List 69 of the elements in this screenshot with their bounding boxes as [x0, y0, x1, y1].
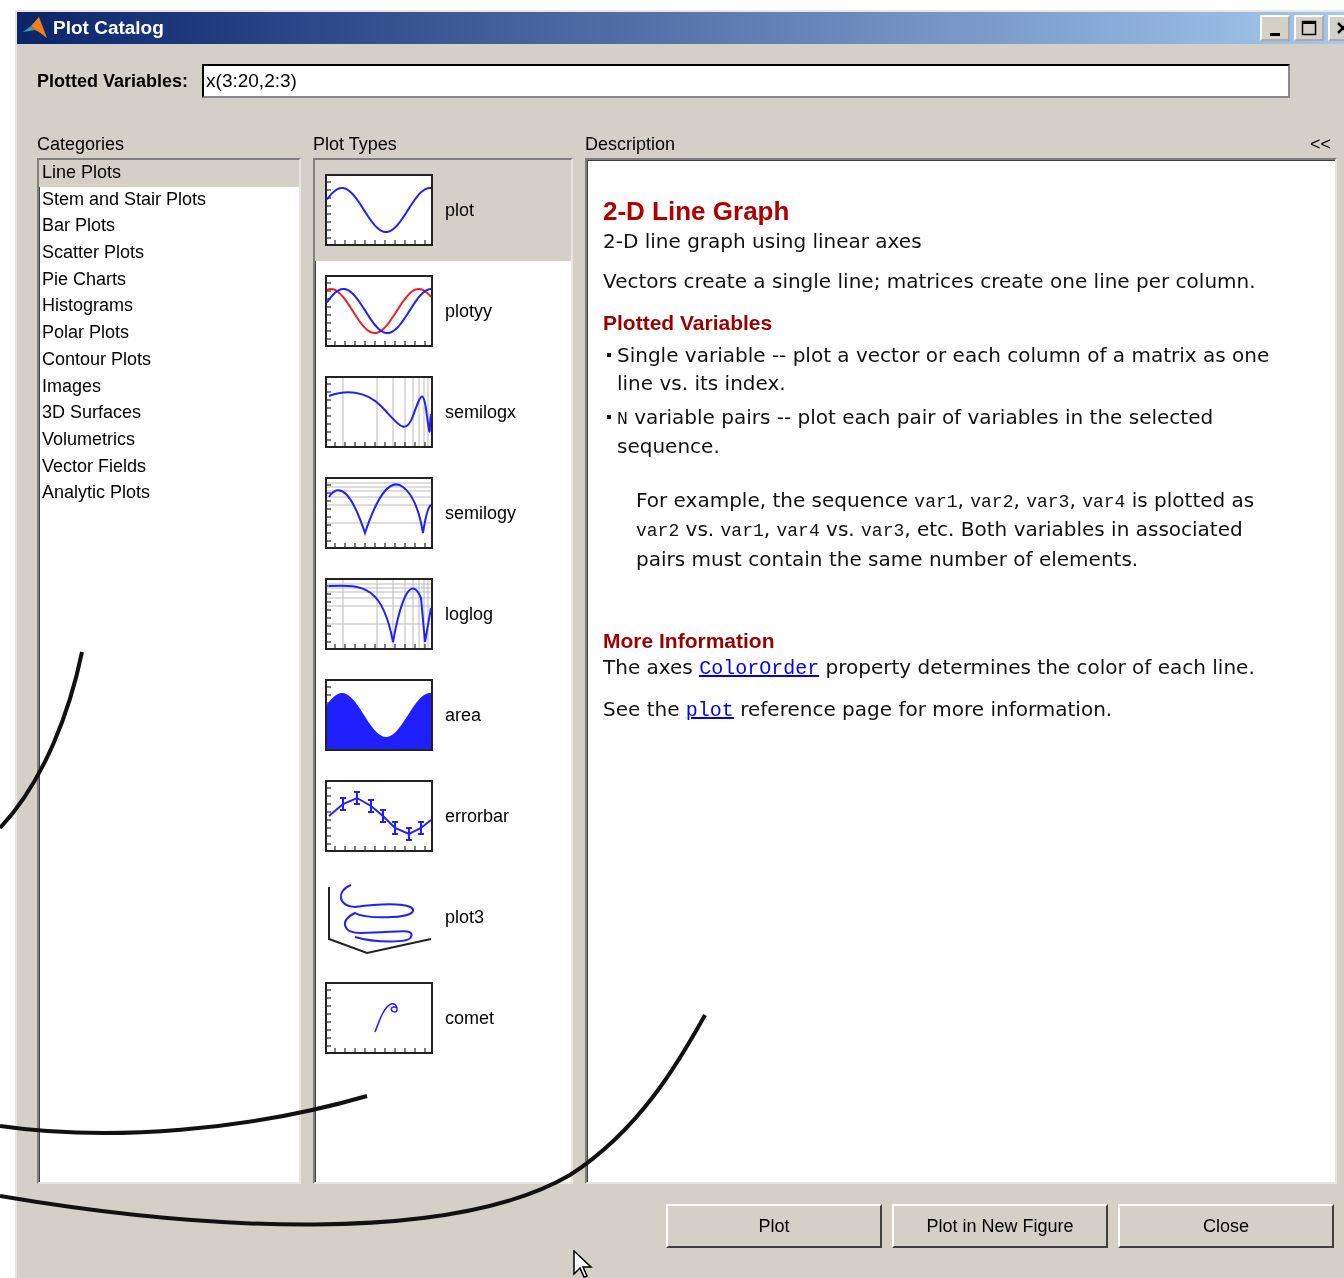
plot-type-item[interactable]: semilogx	[315, 362, 571, 463]
plot-type-label: plotyy	[445, 301, 493, 322]
category-item[interactable]: Line Plots	[39, 160, 299, 187]
maximize-button[interactable]	[1294, 15, 1324, 41]
plot-thumbnail-icon	[325, 981, 433, 1056]
plot-thumbnail-icon	[325, 173, 433, 248]
category-item[interactable]: Vector Fields	[39, 453, 299, 481]
description-title: 2-D Line Graph	[603, 196, 791, 227]
category-item[interactable]: Images	[39, 373, 299, 401]
collapse-toggle[interactable]: <<	[1309, 134, 1331, 158]
plot-type-item[interactable]: loglog	[315, 564, 571, 665]
panel-heading: Categories	[37, 134, 125, 156]
plot-type-label: semilogy	[445, 503, 517, 524]
plot-thumbnail-icon	[325, 577, 433, 652]
description-text: The axes ColorOrder property determines the color of each line.	[603, 653, 1256, 682]
dialog-button[interactable]: Plot	[666, 1204, 882, 1248]
plot-type-item[interactable]: comet	[315, 968, 571, 1069]
description-text: Vectors create a single line; matrices create one line per column.	[603, 268, 1257, 295]
panel-heading: Plot Types	[313, 134, 397, 156]
field-label: Plotted Variables:	[37, 70, 189, 92]
section-heading: More Information	[603, 628, 776, 653]
plot-type-item[interactable]: semilogy	[315, 463, 571, 564]
plot-type-item[interactable]: area	[315, 665, 571, 766]
link[interactable]: plot	[685, 698, 734, 722]
dialog-button[interactable]: Plot in New Figure	[892, 1204, 1108, 1248]
pointer-icon	[573, 1250, 595, 1278]
plot-thumbnail-icon	[325, 678, 433, 753]
plot-type-label: plot3	[445, 907, 485, 928]
bullet-text: Single variable -- plot a vector or each column of a matrix as one line vs. its index.	[617, 342, 1271, 397]
plot-type-label: errorbar	[445, 806, 510, 827]
plot-thumbnail-icon	[325, 476, 433, 551]
minimize-button[interactable]	[1260, 15, 1290, 41]
plot-type-label: plot	[445, 200, 475, 221]
category-item[interactable]: Scatter Plots	[39, 240, 299, 267]
plot-type-item[interactable]: plot	[315, 160, 571, 261]
category-item[interactable]: Analytic Plots	[39, 480, 299, 507]
plot-type-label: loglog	[445, 604, 494, 625]
bullet-icon	[607, 415, 611, 419]
bullet-icon	[607, 353, 611, 357]
description-subtitle: 2-D line graph using linear axes	[603, 228, 923, 255]
dialog-button[interactable]: Close	[1118, 1204, 1334, 1248]
section-heading: Plotted Variables	[603, 311, 774, 335]
bullet-text: N variable pairs -- plot each pair of variables in the selected sequence.	[617, 404, 1215, 461]
category-item[interactable]: Polar Plots	[39, 320, 299, 347]
panel-heading: Description	[585, 134, 676, 156]
minimize-icon	[1270, 32, 1280, 36]
category-item[interactable]: Volumetrics	[39, 426, 299, 454]
plot-type-label: area	[445, 705, 482, 726]
plotted-variables-field[interactable]: x(3:20,2:3)	[202, 64, 1291, 98]
link[interactable]: ColorOrder	[699, 656, 820, 680]
description-text: See the plot reference page for more information.	[603, 695, 1114, 724]
category-item[interactable]: Histograms	[39, 293, 299, 321]
maximize-icon	[1301, 20, 1317, 36]
plot-type-item[interactable]: errorbar	[315, 766, 571, 867]
category-item[interactable]: Contour Plots	[39, 346, 299, 374]
plot-type-label: comet	[445, 1008, 495, 1029]
logo-icon	[21, 16, 49, 40]
category-item[interactable]: Stem and Stair Plots	[39, 186, 299, 214]
plot-type-label: semilogx	[445, 402, 517, 423]
plot-thumbnail-icon	[325, 375, 433, 450]
window-title: Plot Catalog	[53, 17, 165, 39]
category-item[interactable]: Bar Plots	[39, 213, 299, 241]
plot-thumbnail-icon	[325, 274, 433, 349]
plot-thumbnail-icon	[325, 779, 433, 854]
category-item[interactable]: 3D Surfaces	[39, 400, 299, 427]
plot-type-item[interactable]: plotyy	[315, 261, 571, 362]
description-text: For example, the sequence var1, var2, var3, var4 is plotted as var2 vs. var1, var4 vs. var3, etc. Both variables in associated pairs must contain the same number of elements.	[636, 487, 1256, 573]
category-item[interactable]: Pie Charts	[39, 266, 299, 294]
plot-type-item[interactable]: plot3	[315, 867, 571, 968]
